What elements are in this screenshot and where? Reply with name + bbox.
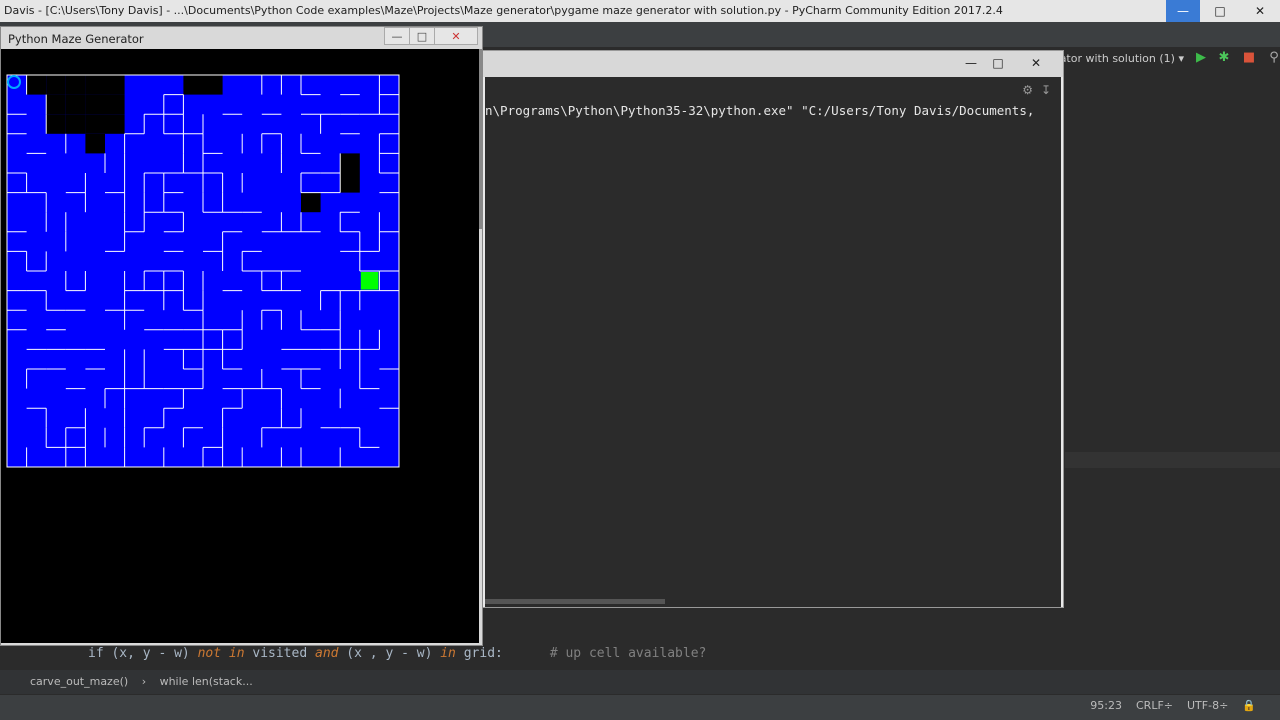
code-keyword: in — [440, 646, 456, 661]
breadcrumb: carve_out_maze() › while len(stack... — [0, 670, 1280, 694]
horizontal-scrollbar[interactable] — [485, 597, 1061, 605]
vertical-scrollbar[interactable] — [479, 49, 483, 229]
cursor-position[interactable]: 95:23 — [1090, 695, 1122, 717]
maze-unvisited-cell — [65, 75, 86, 95]
maximize-icon[interactable]: □ — [985, 54, 1011, 72]
maze-unvisited-cell — [105, 114, 125, 134]
maze-unvisited-cell — [105, 75, 125, 95]
maze-unvisited-cell — [340, 153, 360, 173]
maze-unvisited-cell — [65, 114, 86, 134]
maze-unvisited-cell — [26, 75, 47, 95]
maze-unvisited-cell — [85, 114, 105, 134]
code-text: grid: — [455, 646, 503, 661]
maze-unvisited-cell — [340, 173, 360, 193]
code-text: (x , y - w) — [338, 646, 441, 661]
maze-unvisited-cell — [85, 94, 105, 115]
maze-unvisited-cell — [85, 75, 105, 95]
gear-icon[interactable]: ⚙ — [1022, 83, 1033, 97]
maze-unvisited-cell — [105, 94, 125, 115]
pygame-window-title: Python Maze Generator — [8, 32, 144, 46]
code-keyword: not in — [197, 646, 245, 661]
code-text: visited — [244, 646, 315, 661]
code-comment: # up cell available? — [549, 646, 707, 661]
code-text: if (x, y - w) — [88, 646, 198, 661]
right-panel-divider — [1065, 452, 1280, 468]
close-icon[interactable]: ✕ — [434, 27, 478, 45]
maximize-icon[interactable]: □ — [409, 27, 435, 45]
status-bar: 95:23 CRLF÷ UTF-8÷ 🔒 — [0, 694, 1280, 720]
maze-unvisited-cell — [65, 94, 86, 115]
maze-current-cell — [360, 272, 379, 290]
maze-unvisited-cell — [46, 94, 66, 115]
console-output[interactable]: ⚙ ↧ n\Programs\Python\Python35-32\python… — [485, 77, 1061, 607]
search-icon[interactable]: ⚲ — [1266, 50, 1280, 66]
minimize-icon[interactable]: — — [1166, 0, 1200, 22]
maze-unvisited-cell — [46, 75, 66, 95]
minimize-icon[interactable]: — — [384, 27, 410, 45]
maze-unvisited-cell — [183, 75, 203, 95]
stop-icon[interactable]: ■ — [1241, 50, 1257, 66]
close-icon[interactable]: ✕ — [1023, 54, 1049, 72]
maze-unvisited-cell — [46, 114, 66, 134]
maze-grid — [6, 74, 400, 468]
debug-icon[interactable]: ✱ — [1216, 50, 1232, 66]
download-icon[interactable]: ↧ — [1041, 83, 1051, 97]
maximize-icon[interactable]: □ — [1200, 0, 1240, 22]
run-config-label: ator with solution (1) — [1059, 52, 1175, 65]
run-icon[interactable]: ▶ — [1193, 50, 1209, 66]
scrollbar-thumb[interactable] — [485, 599, 665, 604]
pygame-window-controls: — □ ✕ — [384, 27, 478, 45]
ide-window-controls: — □ ✕ — [1166, 0, 1280, 22]
pygame-window: Python Maze Generator — □ ✕ — [0, 26, 483, 646]
pygame-canvas — [1, 49, 479, 643]
file-encoding[interactable]: UTF-8÷ — [1187, 695, 1228, 717]
lock-icon[interactable]: 🔒 — [1242, 695, 1256, 717]
minimize-icon[interactable]: — — [958, 54, 984, 72]
console-window: — □ ✕ ⚙ ↧ n\Programs\Python\Python35-32\… — [482, 50, 1064, 608]
maze-unvisited-cell — [203, 75, 223, 95]
chevron-right-icon: › — [141, 675, 147, 688]
console-title-bar: — □ ✕ — [483, 51, 1063, 77]
ide-title-bar: Davis - [C:\Users\Tony Davis] - ...\Docu… — [0, 0, 1280, 22]
code-keyword: and — [315, 646, 339, 661]
pygame-title-bar: Python Maze Generator — □ ✕ — [1, 27, 482, 49]
close-icon[interactable]: ✕ — [1240, 0, 1280, 22]
ide-window-title: Davis - [C:\Users\Tony Davis] - ...\Docu… — [4, 4, 1003, 17]
code-editor-line: if (x, y - w) not in visited and (x , y … — [88, 646, 706, 661]
maze-unvisited-cell — [301, 192, 321, 213]
console-text: n\Programs\Python\Python35-32\python.exe… — [485, 103, 1035, 118]
breadcrumb-item[interactable]: while len(stack... — [160, 675, 253, 688]
run-config-selector[interactable]: ator with solution (1) ▾ — [1060, 48, 1184, 70]
line-separator[interactable]: CRLF÷ — [1136, 695, 1173, 717]
breadcrumb-item[interactable]: carve_out_maze() — [30, 675, 128, 688]
maze-unvisited-cell — [85, 133, 105, 154]
